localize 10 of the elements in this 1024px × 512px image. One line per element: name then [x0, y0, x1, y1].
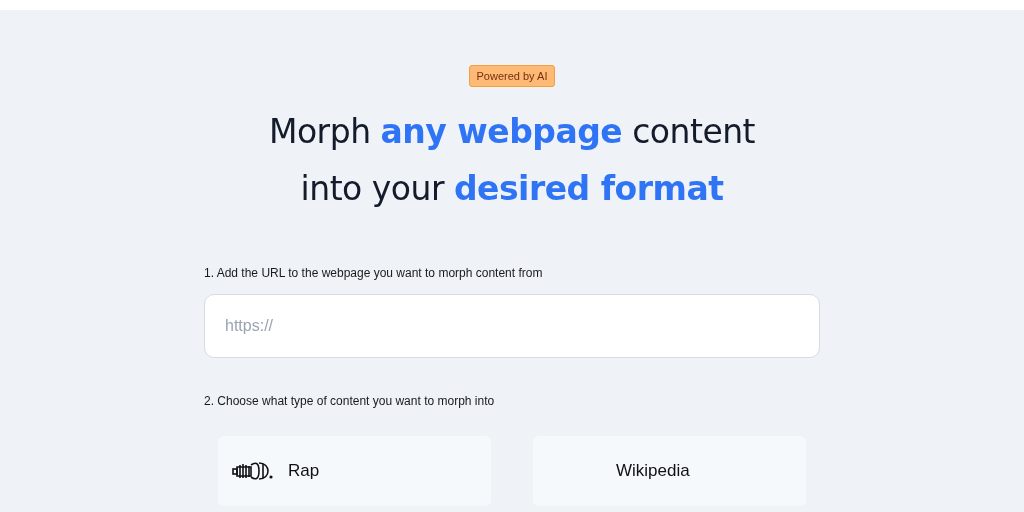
url-field[interactable]: https:// — [204, 294, 820, 358]
option-label: Wikipedia — [616, 460, 690, 482]
headline-line: into your desired format — [299, 168, 725, 210]
step-label: 2. Choose what type of content you want to morph into — [204, 394, 496, 408]
option-card[interactable]: Rap — [218, 436, 491, 506]
headline-line: Morph any webpage content — [268, 111, 756, 153]
option-card[interactable]: Wikipedia — [533, 436, 806, 506]
badge: Powered by AI — [468, 65, 556, 87]
step-label: 1. Add the URL to the webpage you want to morph content from — [204, 266, 544, 280]
option-label: Rap — [288, 460, 320, 482]
